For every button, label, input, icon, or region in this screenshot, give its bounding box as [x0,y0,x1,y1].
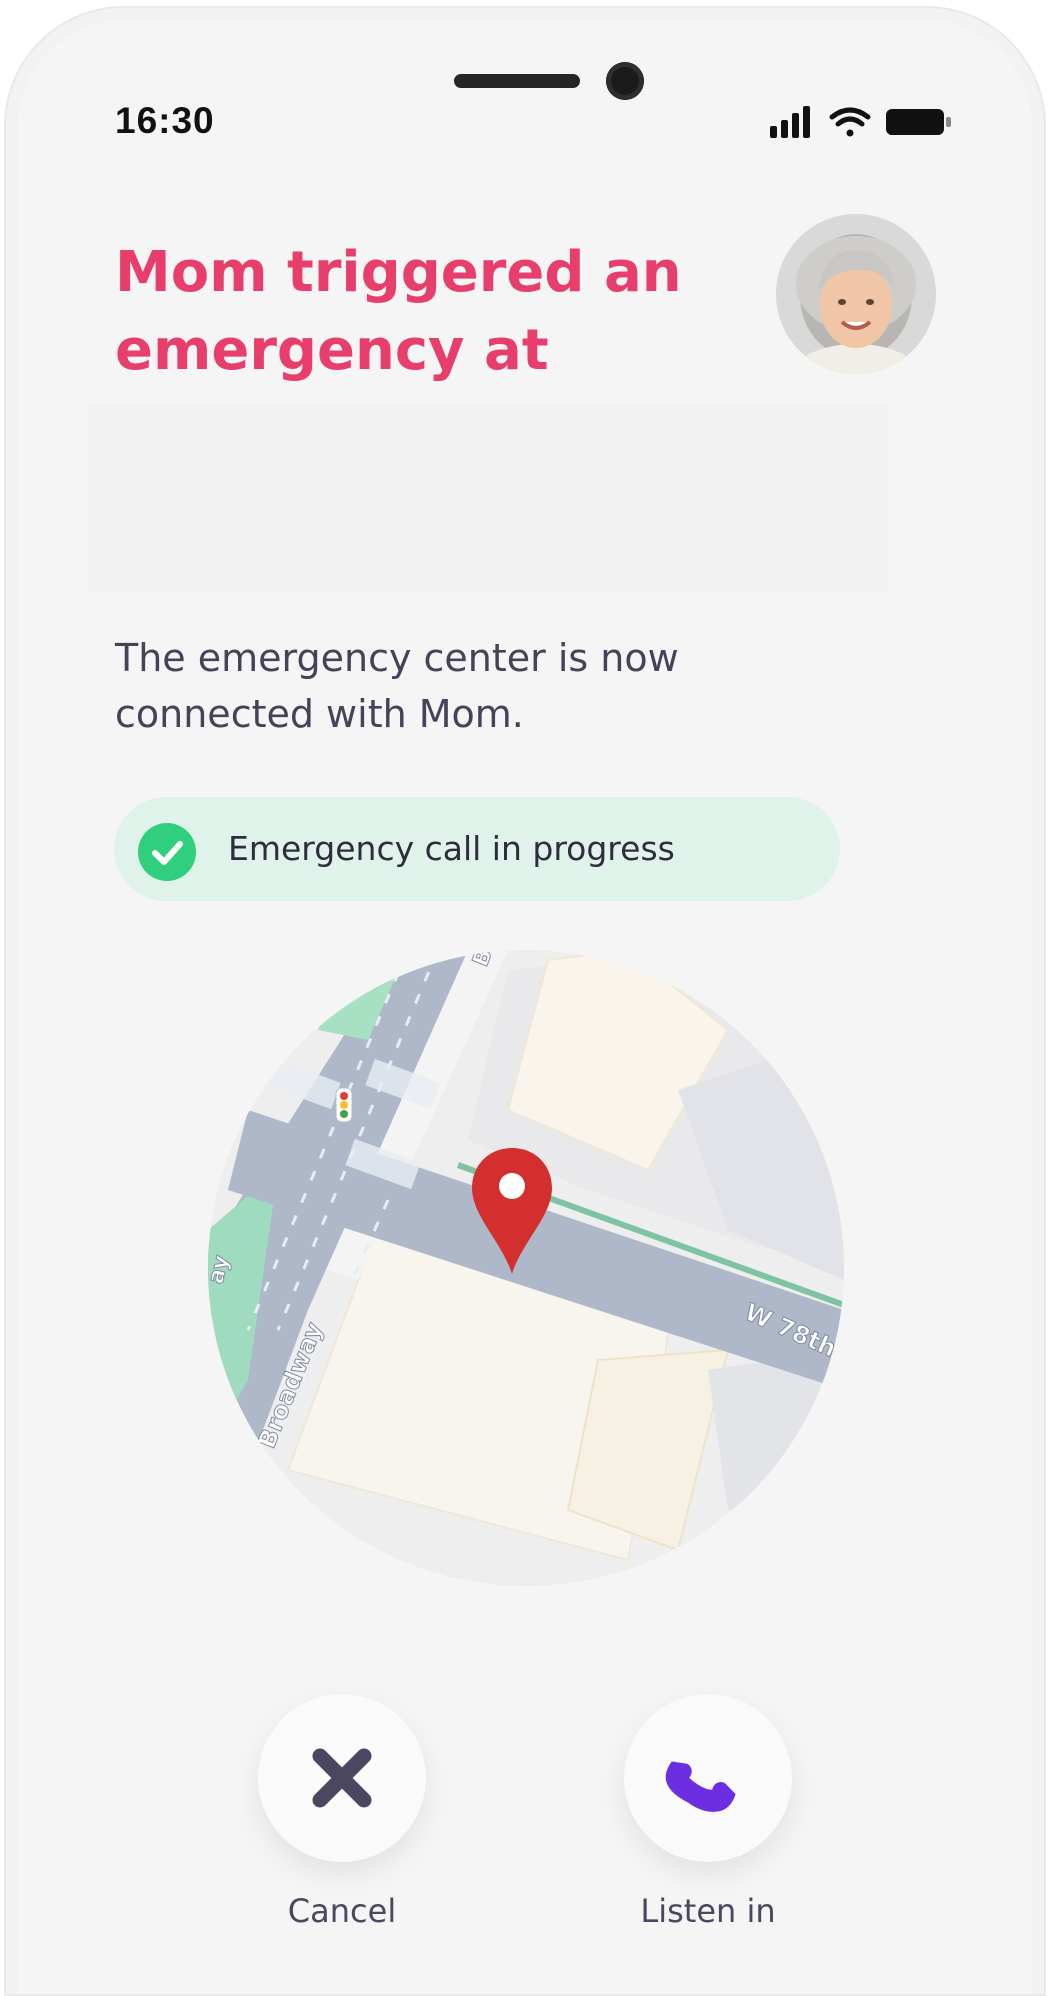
call-status-text: Emergency call in progress [228,829,675,868]
earpiece-speaker [454,74,580,88]
close-x-icon [312,1748,372,1808]
check-circle-icon [138,823,196,881]
contact-avatar[interactable] [776,214,936,374]
status-time: 16:30 [115,100,215,141]
content-placeholder-panel [88,404,888,592]
call-status-badge: Emergency call in progress [114,797,840,901]
battery-full-icon [886,109,951,135]
location-map[interactable]: Broadway W 78th B ay [208,950,844,1586]
cancel-button[interactable] [258,1694,426,1862]
cancel-label: Cancel [287,1892,397,1930]
signal-bars-icon [770,106,810,138]
listen-in-label: Listen in [640,1892,776,1930]
listen-in-button[interactable] [624,1694,792,1862]
wifi-icon [829,107,871,137]
status-icons [770,106,951,138]
traffic-light-icon [335,1087,353,1123]
phone-icon [665,1761,736,1812]
alert-message: The emergency center is now connected wi… [115,636,679,736]
front-camera [606,62,644,100]
contact-avatar-photo [776,214,936,374]
